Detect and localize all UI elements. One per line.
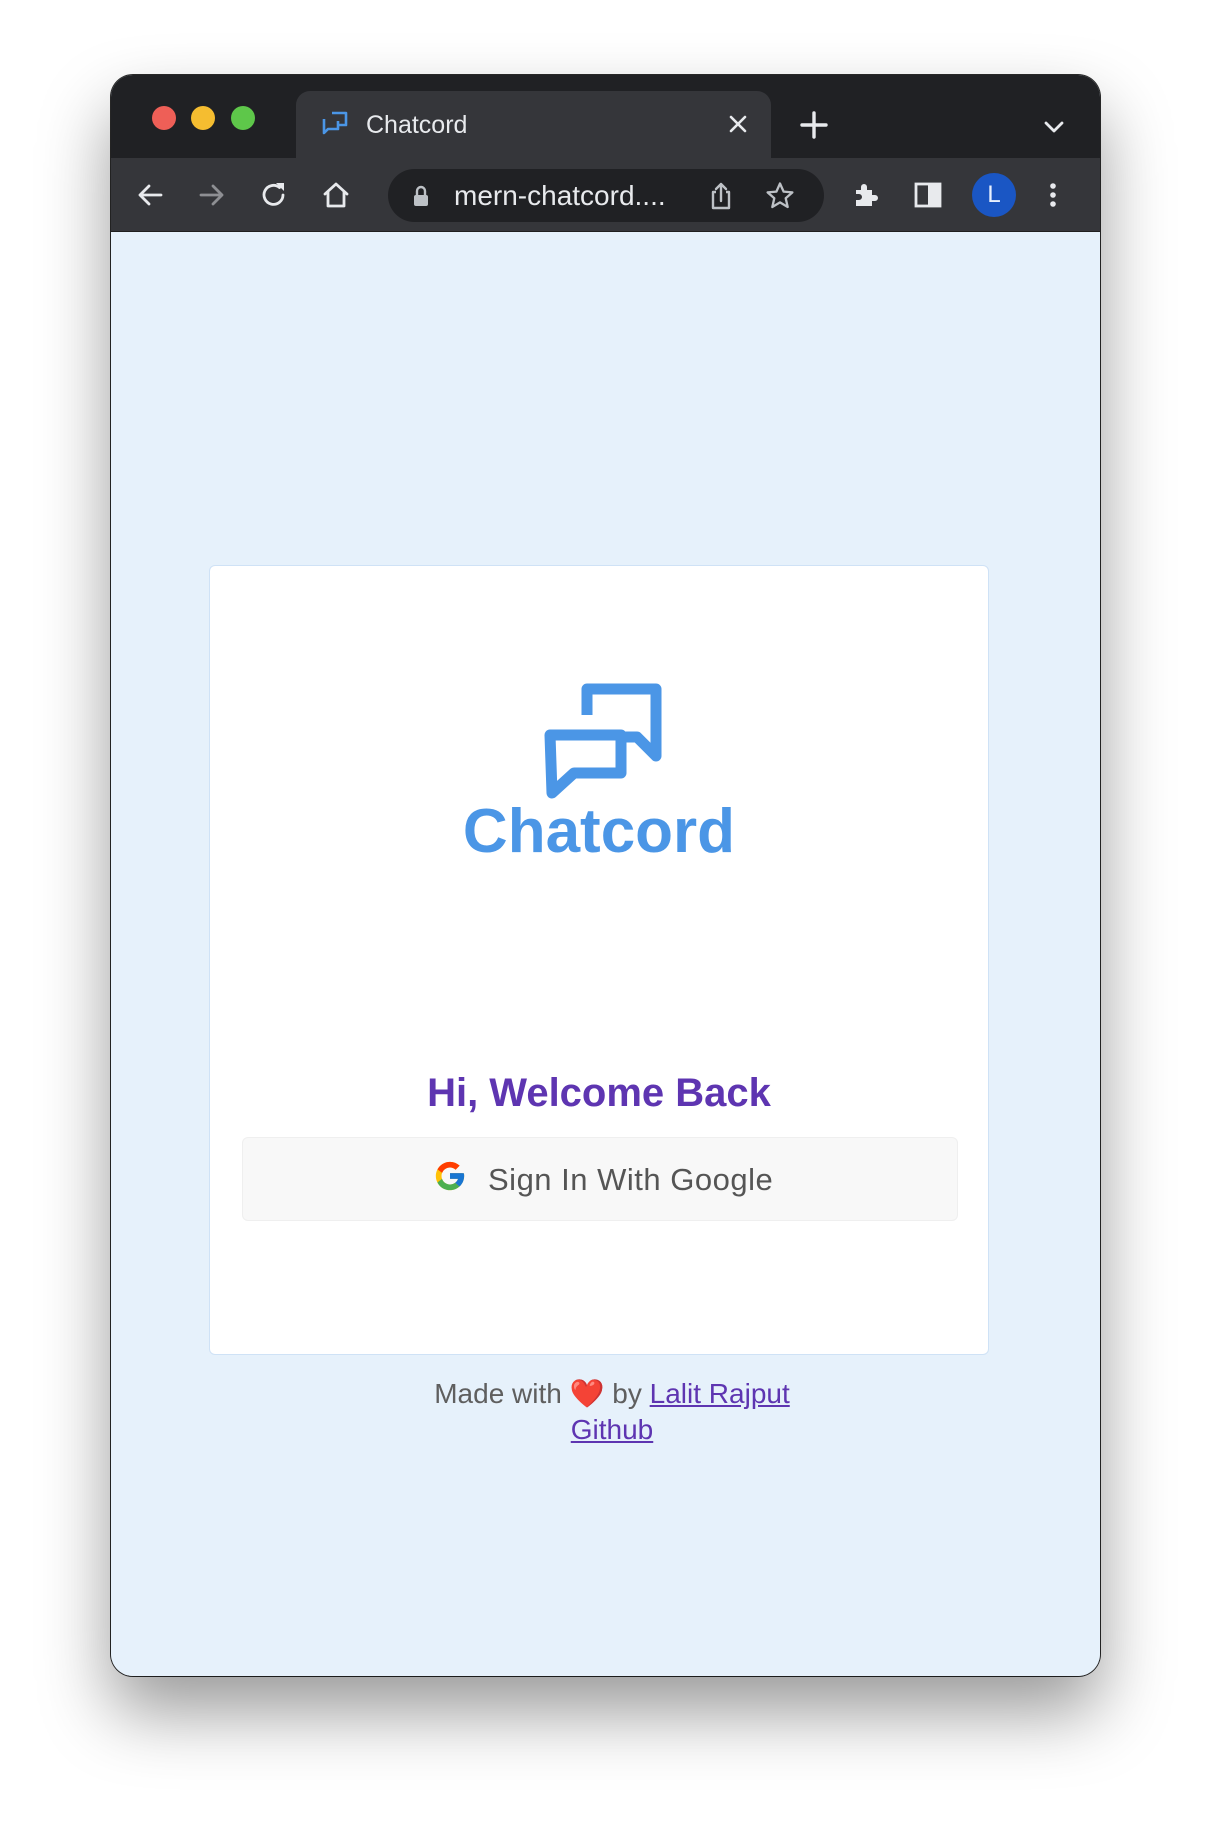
forward-icon[interactable]	[195, 178, 229, 212]
browser-toolbar: mern-chatcord.... L	[111, 158, 1100, 232]
more-menu-icon[interactable]	[1036, 178, 1070, 212]
google-button-label: Sign In With Google	[488, 1162, 774, 1197]
extensions-icon[interactable]	[849, 178, 883, 212]
sign-in-google-button[interactable]: Sign In With Google	[242, 1137, 958, 1221]
close-tab-icon[interactable]	[723, 109, 753, 139]
new-tab-icon[interactable]	[797, 108, 831, 142]
favicon-chat-icon	[322, 111, 348, 135]
by-text: by	[612, 1378, 642, 1409]
back-icon[interactable]	[133, 178, 167, 212]
reload-icon[interactable]	[257, 178, 291, 212]
login-card: Chatcord Hi, Welcome Back Sign In With G…	[209, 565, 989, 1355]
maximize-window-button[interactable]	[231, 106, 255, 130]
google-g-icon	[435, 1161, 465, 1191]
tab-chatcord[interactable]: Chatcord	[296, 91, 771, 158]
page-footer: Made with ❤️ by Lalit Rajput Github	[0, 1376, 1224, 1448]
url-text[interactable]: mern-chatcord....	[454, 180, 666, 212]
chat-bubbles-logo-icon	[544, 683, 662, 799]
lock-icon[interactable]	[410, 184, 432, 208]
home-icon[interactable]	[319, 178, 353, 212]
share-icon[interactable]	[705, 180, 737, 212]
minimize-window-button[interactable]	[191, 106, 215, 130]
author-link[interactable]: Lalit Rajput	[650, 1378, 790, 1409]
profile-avatar[interactable]: L	[972, 173, 1016, 217]
tab-title: Chatcord	[366, 111, 468, 139]
welcome-heading: Hi, Welcome Back	[427, 1071, 771, 1115]
heart-emoji: ❤️	[569, 1378, 605, 1409]
logo-wordmark: Chatcord	[462, 797, 736, 866]
side-panel-icon[interactable]	[911, 178, 945, 212]
made-with-text: Made with	[434, 1378, 562, 1409]
address-bar[interactable]: mern-chatcord....	[388, 169, 824, 222]
tab-strip: Chatcord	[111, 75, 1100, 158]
footer-credit-line: Made with ❤️ by Lalit Rajput	[0, 1376, 1224, 1412]
close-window-button[interactable]	[152, 106, 176, 130]
tab-search-icon[interactable]	[1041, 114, 1067, 140]
page-viewport: Chatcord Hi, Welcome Back Sign In With G…	[111, 232, 1100, 1676]
github-link[interactable]: Github	[571, 1414, 654, 1445]
bookmark-star-icon[interactable]	[764, 180, 796, 212]
